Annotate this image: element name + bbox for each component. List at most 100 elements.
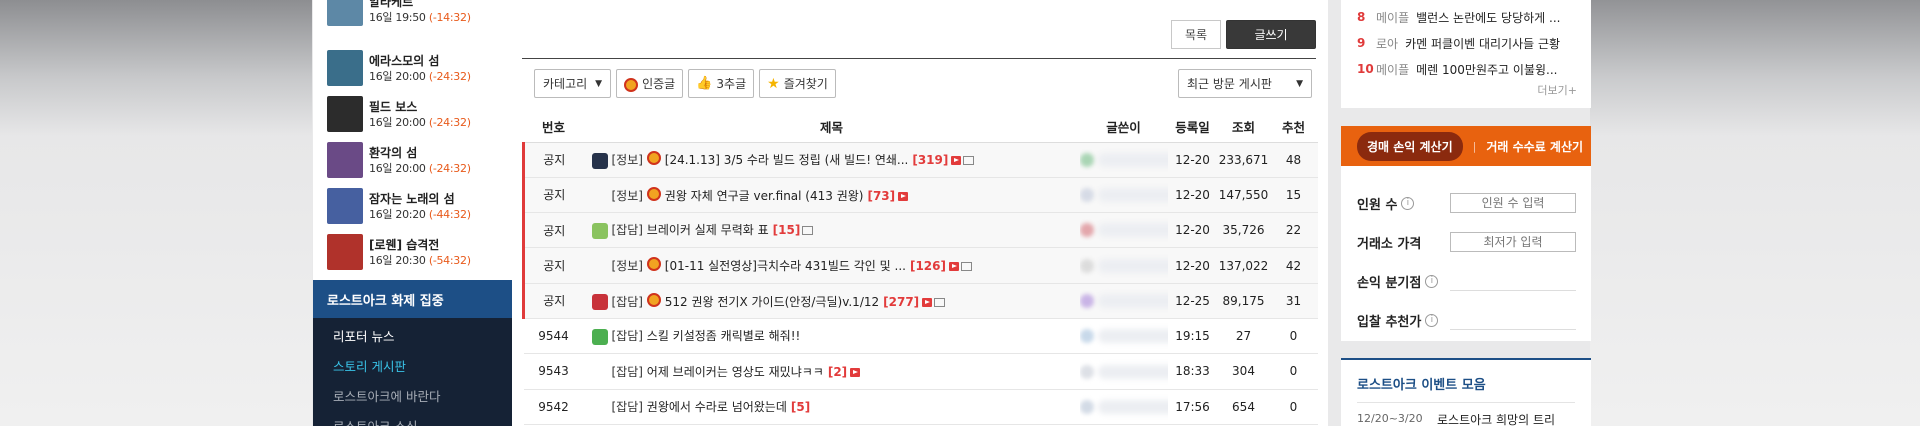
post-title-cell[interactable]: [잡담] 어제 브레이커는 영상도 재밌냐ㅋㅋ [2] — [583, 353, 1080, 390]
info-icon[interactable]: i — [1425, 313, 1439, 327]
favorite-button[interactable]: ★ 즐겨찾기 — [759, 69, 836, 98]
post-author[interactable] — [1079, 353, 1168, 390]
post-title-cell[interactable]: [잡담] 512 권왕 전기X 가이드(안정/극딜)v.1/12 [277] — [583, 283, 1080, 319]
recent-board-label: 최근 방문 게시판 — [1187, 77, 1272, 91]
certified-filter-button[interactable]: 인증글 — [616, 69, 684, 98]
issue-text: 밸런스 논란에도 당당하게 ... — [1416, 10, 1561, 25]
post-date: 19:15 — [1167, 318, 1218, 355]
schedule-item[interactable]: 알라케르 16일 19:50 (-14:32) — [313, 0, 512, 46]
schedule-item[interactable]: 잠자는 노래의 섬 16일 20:20 (-44:32) — [313, 184, 512, 230]
post-author[interactable] — [1079, 142, 1168, 178]
comment-count: [5] — [790, 399, 811, 414]
schedule-thumbnail — [327, 0, 363, 26]
schedule-item[interactable]: 환각의 섬 16일 20:00 (-24:32) — [313, 138, 512, 184]
table-row[interactable]: 공지 [정보] [24.1.13] 3/5 수라 빌드 정립 (새 빌드! 연쇄.… — [522, 142, 1318, 178]
comment-count: [15] — [772, 223, 801, 238]
author-badge — [1079, 152, 1094, 167]
post-author[interactable] — [1079, 389, 1168, 425]
post-title-cell[interactable]: [잡담] 브레이커 실제 무력화 표 [15] — [583, 212, 1080, 249]
post-author[interactable] — [1079, 247, 1168, 284]
post-title[interactable]: 512 권왕 전기X 가이드(안정/극딜)v.1/12 — [665, 295, 879, 309]
table-row[interactable]: 9543 [잡담] 어제 브레이커는 영상도 재밌냐ㅋㅋ [2] 18:33 304 0 — [523, 353, 1318, 390]
post-title[interactable]: 스킬 키설정좀 캐릭별로 해줘!! — [647, 329, 801, 343]
post-author[interactable] — [1079, 177, 1168, 214]
event-name[interactable]: 로스트아크 희망의 트리 — [1437, 411, 1555, 426]
post-date: 18:33 — [1167, 353, 1218, 390]
post-title[interactable]: 권왕에서 수라로 넘어왔는데 — [647, 400, 787, 414]
table-row[interactable]: 9544 [잡담] 스킬 키설정좀 캐릭별로 해줘!! 19:15 27 0 — [523, 318, 1318, 355]
table-row[interactable]: 공지 [잡담] 512 권왕 전기X 가이드(안정/극딜)v.1/12 [277] 1… — [522, 283, 1318, 319]
list-button[interactable]: 목록 — [1171, 20, 1221, 49]
issue-item[interactable]: 10 메이플 메렌 100만원주고 이불윙... — [1341, 56, 1591, 82]
schedule-thumbnail — [327, 142, 363, 178]
post-date: 12-20 — [1167, 247, 1218, 284]
post-author[interactable] — [1079, 212, 1168, 249]
recent-board-select[interactable]: 최근 방문 게시판 ▼ — [1178, 69, 1312, 98]
post-title-cell[interactable]: [잡담] 권왕에서 수라로 넘어왔는데 [5] — [583, 389, 1080, 425]
schedule-list: 알라케르 16일 19:50 (-14:32) 에라스모의 섬 16일 20:0… — [313, 0, 512, 276]
column-header-title: 제목 — [583, 112, 1080, 143]
table-row[interactable]: 공지 [정보] 권왕 자체 연구글 ver.final (413 권왕) [73] 1… — [522, 177, 1318, 214]
author-badge — [1079, 223, 1094, 238]
post-title-cell[interactable]: [정보] [01-11 실전영상]극치수라 431빌드 각인 및 ... [126… — [583, 247, 1080, 284]
post-number: 공지 — [522, 283, 584, 319]
column-header-author: 글쓴이 — [1079, 112, 1168, 143]
post-title[interactable]: [24.1.13] 3/5 수라 빌드 정립 (새 빌드! 연쇄... — [665, 153, 909, 167]
post-title[interactable]: 권왕 자체 연구글 ver.final (413 권왕) — [665, 189, 864, 203]
breakeven-value — [1450, 271, 1576, 291]
video-icon — [922, 297, 933, 307]
post-date: 12-25 — [1167, 283, 1218, 319]
event-panel-title[interactable]: 로스트아크 이벤트 모음 — [1357, 374, 1486, 393]
post-author[interactable] — [1079, 283, 1168, 319]
medal-icon — [646, 151, 661, 166]
people-input[interactable] — [1450, 193, 1576, 213]
event-date: 12/20~3/20 — [1357, 412, 1423, 425]
price-label: 거래소 가격 — [1357, 236, 1422, 252]
comment-count: [126] — [909, 259, 946, 274]
table-row[interactable]: 9542 [잡담] 권왕에서 수라로 넘어왔는데 [5] 17:56 654 0 — [523, 389, 1318, 425]
video-icon — [850, 367, 861, 377]
schedule-item[interactable]: 필드 보스 16일 20:00 (-24:32) — [313, 92, 512, 138]
post-title-cell[interactable]: [잡담] 스킬 키설정좀 캐릭별로 해줘!! — [583, 318, 1080, 355]
chevron-down-icon: ▼ — [1296, 78, 1303, 89]
schedule-thumbnail — [327, 188, 363, 224]
tab-fee-calculator[interactable]: 거래 수수료 계산기 — [1486, 138, 1583, 155]
write-button[interactable]: 글쓰기 — [1226, 20, 1316, 49]
issue-item[interactable]: 9 로아 카멘 퍼클이벤 대리기사들 근황 — [1341, 30, 1591, 56]
issue-item[interactable]: 8 메이플 밸런스 논란에도 당당하게 ... — [1341, 4, 1591, 30]
schedule-time: 16일 20:00 (-24:32) — [369, 70, 471, 83]
schedule-item[interactable]: 에라스모의 섬 16일 20:00 (-24:32) — [313, 46, 512, 92]
more-link[interactable]: 더보기+ — [1537, 82, 1577, 98]
topic-item-suggestions[interactable]: 로스트아크에 바란다 — [313, 378, 512, 408]
info-icon[interactable]: i — [1425, 274, 1439, 288]
author-name-blurred — [1097, 152, 1168, 167]
table-row[interactable]: 공지 [잡담] 브레이커 실제 무력화 표 [15] 12-20 35,726 22 — [522, 212, 1318, 249]
people-label: 인원 수i — [1357, 194, 1450, 213]
category-select[interactable]: 카테고리 ▼ — [534, 69, 612, 98]
comment-count: [73] — [867, 188, 896, 203]
background-right — [1590, 0, 1920, 426]
bid-row: 입찰 추천가 i — [1357, 305, 1577, 335]
info-icon[interactable]: i — [1401, 196, 1415, 210]
post-title-cell[interactable]: [정보] 권왕 자체 연구글 ver.final (413 권왕) [73] — [583, 177, 1080, 214]
table-row[interactable]: 공지 [정보] [01-11 실전영상]극치수라 431빌드 각인 및 ... [1… — [522, 247, 1318, 284]
column-header-recommend: 추천 — [1269, 112, 1318, 143]
post-title[interactable]: 브레이커 실제 무력화 표 — [647, 223, 769, 237]
post-author[interactable] — [1079, 318, 1168, 355]
price-input[interactable] — [1450, 232, 1576, 252]
left-sidebar: 알라케르 16일 19:50 (-14:32) 에라스모의 섬 16일 20:0… — [313, 0, 512, 426]
post-date: 12-20 — [1167, 177, 1218, 214]
post-title[interactable]: [01-11 실전영상]극치수라 431빌드 각인 및 ... — [665, 259, 906, 273]
post-views: 35,726 — [1217, 212, 1270, 249]
post-views: 89,175 — [1217, 283, 1270, 319]
schedule-item[interactable]: [로웬] 습격전 16일 20:30 (-54:32) — [313, 230, 512, 276]
tab-auction-calculator[interactable]: 경매 손익 계산기 — [1357, 131, 1463, 161]
schedule-time: 16일 20:20 (-44:32) — [369, 208, 471, 221]
topic-item-story-board[interactable]: 스토리 게시판 — [313, 348, 512, 378]
post-title-cell[interactable]: [정보] [24.1.13] 3/5 수라 빌드 정립 (새 빌드! 연쇄...… — [583, 142, 1080, 178]
topic-item-news[interactable]: 로스트아크 소식 — [313, 408, 512, 426]
column-header-date: 등록일 — [1167, 112, 1218, 143]
topic-item-reporter-news[interactable]: 리포터 뉴스 — [313, 318, 512, 348]
post-title[interactable]: 어제 브레이커는 영상도 재밌냐ㅋㅋ — [647, 365, 824, 379]
recommend-filter-button[interactable]: 👍 3추글 — [688, 69, 755, 98]
